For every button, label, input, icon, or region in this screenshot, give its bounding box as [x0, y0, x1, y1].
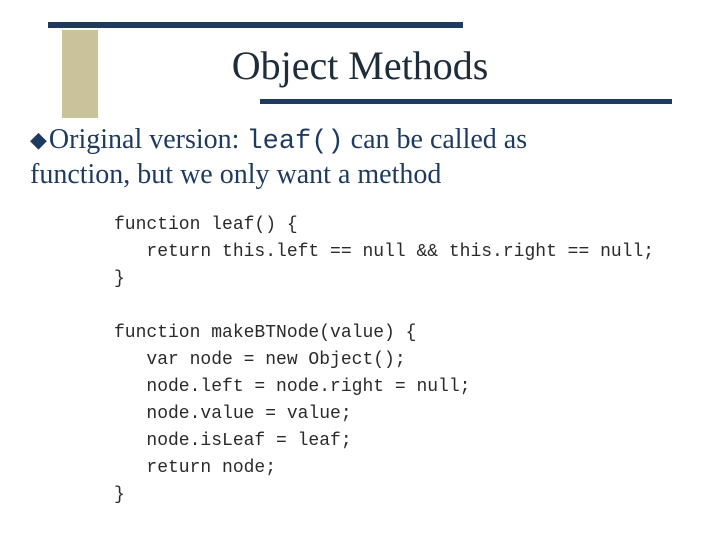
sub-rule	[260, 99, 672, 104]
bullet-text-post: can be called as	[344, 124, 527, 155]
bullet-text-pre: Original version:	[49, 124, 247, 155]
code-block: function leaf() { return this.left == nu…	[114, 212, 654, 509]
top-rule	[48, 22, 463, 28]
slide-title: Object Methods	[0, 42, 720, 89]
bullet-line-2: function, but we only want a method	[30, 157, 690, 192]
bullet-icon: ◆	[30, 127, 47, 152]
bullet-line-1: ◆Original version: leaf() can be called …	[30, 122, 690, 160]
bullet-code: leaf()	[246, 127, 343, 157]
